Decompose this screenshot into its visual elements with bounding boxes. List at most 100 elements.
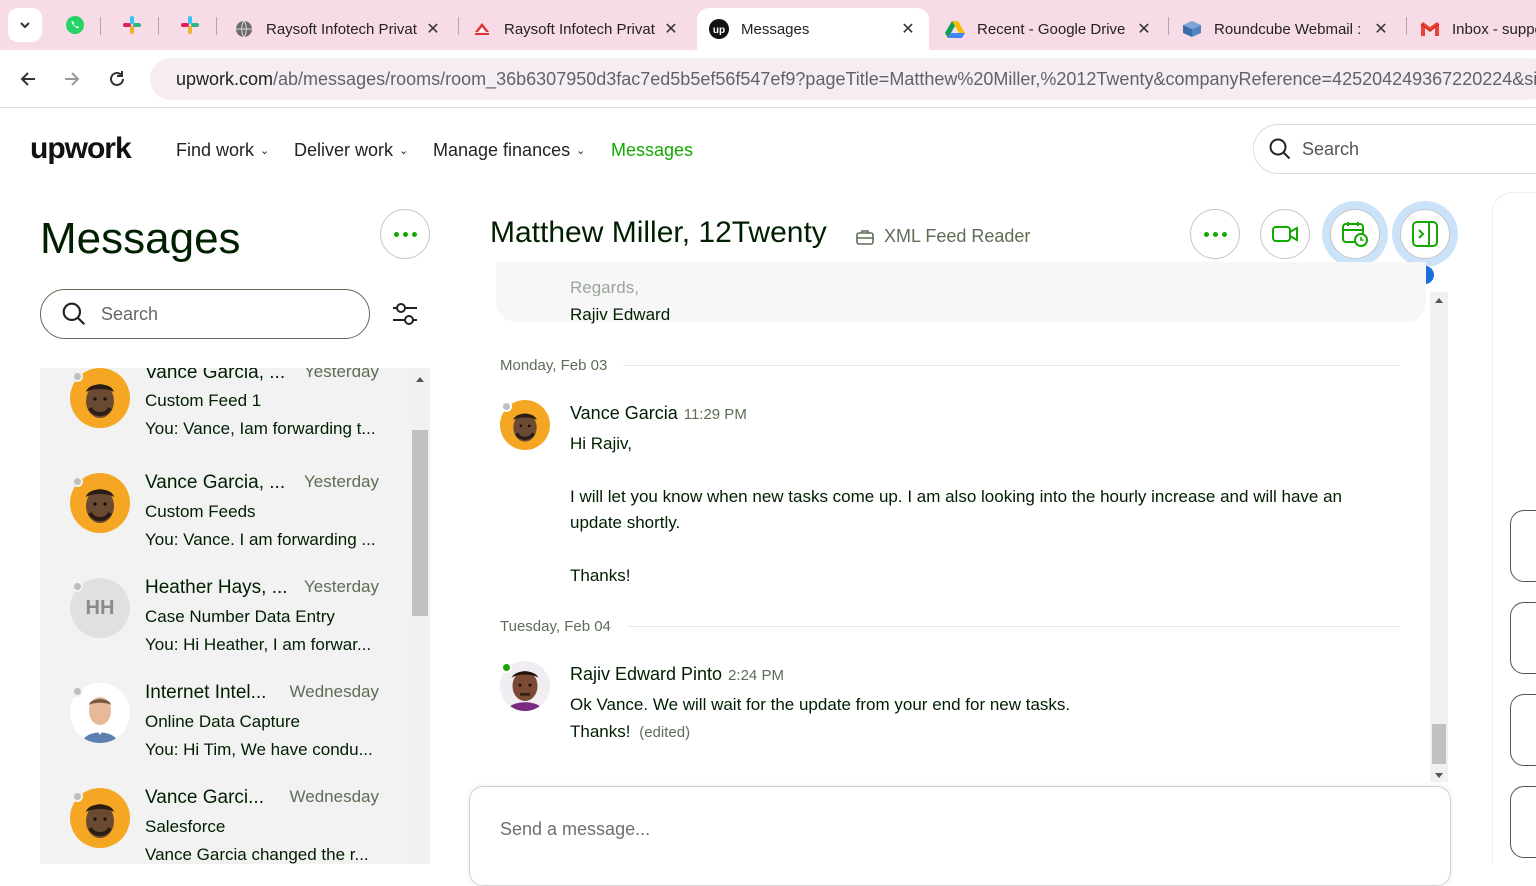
pinned-tab-slack-1[interactable] bbox=[121, 14, 143, 36]
message-text: Thanks! bbox=[570, 722, 631, 741]
browser-tab-active[interactable]: up Messages ✕ bbox=[697, 8, 929, 50]
thread-item[interactable]: Vance Garci... Wednesday Salesforce Vanc… bbox=[40, 771, 410, 864]
google-drive-icon bbox=[945, 19, 965, 39]
schedule-meeting-button[interactable] bbox=[1330, 209, 1380, 259]
conversation-scroll-thumb[interactable] bbox=[1432, 724, 1446, 764]
message-composer bbox=[469, 786, 1451, 886]
reload-button[interactable] bbox=[102, 64, 132, 94]
thread-list-scroll-thumb[interactable] bbox=[412, 430, 428, 616]
tab-close-icon[interactable]: ✕ bbox=[899, 19, 917, 39]
message-line: Regards, bbox=[570, 278, 639, 296]
sidebar-more-button[interactable] bbox=[380, 209, 430, 259]
browser-toolbar: upwork.com/ab/messages/rooms/room_36b630… bbox=[0, 50, 1536, 108]
message-header: Rajiv Edward Pinto 2:24 PM bbox=[570, 664, 784, 685]
thread-subject: Online Data Capture bbox=[145, 712, 300, 731]
rail-button[interactable] bbox=[1510, 510, 1536, 582]
page-title: Messages bbox=[40, 214, 241, 263]
globe-icon bbox=[234, 19, 254, 39]
forward-button[interactable] bbox=[57, 64, 87, 94]
tab-title: Messages bbox=[741, 20, 810, 38]
thread-name: Vance Garcia, ... bbox=[145, 472, 286, 493]
panel-toggle-icon bbox=[1412, 221, 1438, 247]
upwork-logo[interactable]: upwork bbox=[30, 132, 132, 166]
browser-tab[interactable]: Raysoft Infotech Privat ✕ bbox=[460, 8, 692, 50]
thread-preview: You: Hi Tim, We have condu... bbox=[145, 740, 373, 759]
address-bar[interactable]: upwork.com/ab/messages/rooms/room_36b630… bbox=[150, 58, 1536, 100]
rail-button[interactable] bbox=[1510, 694, 1536, 766]
thread-preview: You: Vance. I am forwarding ... bbox=[145, 530, 376, 549]
video-camera-icon bbox=[1272, 226, 1298, 242]
message-time: 2:24 PM bbox=[728, 667, 784, 684]
calendar-clock-icon bbox=[1342, 222, 1368, 247]
rail-button[interactable] bbox=[1510, 602, 1536, 674]
scroll-up-arrow-icon[interactable] bbox=[1430, 294, 1448, 308]
nav-messages[interactable]: Messages bbox=[611, 140, 693, 161]
sender-name[interactable]: Vance Garcia bbox=[570, 403, 678, 423]
presence-dot bbox=[72, 371, 83, 382]
chevron-down-icon: ⌄ bbox=[576, 145, 586, 157]
day-label: Monday, Feb 03 bbox=[500, 357, 608, 374]
browser-tab[interactable]: Raysoft Infotech Privat ✕ bbox=[222, 8, 454, 50]
nav-find-work[interactable]: Find work ⌄ bbox=[176, 140, 269, 161]
day-separator: Tuesday, Feb 04 bbox=[500, 618, 1400, 635]
search-icon bbox=[1269, 138, 1291, 160]
conversation-more-button[interactable] bbox=[1190, 209, 1240, 259]
header-search[interactable]: Search bbox=[1253, 124, 1536, 174]
browser-tab[interactable]: Recent - Google Drive ✕ bbox=[933, 8, 1165, 50]
back-button[interactable] bbox=[13, 64, 43, 94]
filter-button[interactable] bbox=[390, 299, 420, 329]
slack-icon bbox=[123, 16, 141, 34]
thread-list: Vance Garcia, ... Yesterday Custom Feed … bbox=[40, 368, 410, 864]
thread-item[interactable]: Vance Garcia, ... Yesterday Custom Feed … bbox=[40, 368, 410, 456]
tab-close-icon[interactable]: ✕ bbox=[424, 19, 442, 39]
thread-date: Yesterday bbox=[304, 368, 379, 381]
scroll-down-arrow-icon[interactable] bbox=[1430, 768, 1448, 782]
thread-name: Heather Hays, ... bbox=[145, 577, 288, 598]
nav-deliver-work[interactable]: Deliver work ⌄ bbox=[294, 140, 408, 161]
thread-item[interactable]: Vance Garcia, ... Yesterday Custom Feeds… bbox=[40, 456, 410, 561]
nav-label: Manage finances bbox=[433, 140, 571, 160]
rail-button[interactable] bbox=[1510, 786, 1536, 858]
conversation-search-input[interactable]: Search bbox=[40, 289, 370, 339]
sender-name[interactable]: Rajiv Edward Pinto bbox=[570, 664, 722, 684]
nav-label: Deliver work bbox=[294, 140, 394, 160]
thread-date: Wednesday bbox=[289, 682, 379, 701]
tab-search-button[interactable] bbox=[8, 8, 42, 42]
roundcube-icon bbox=[1182, 19, 1202, 39]
filter-sliders-icon bbox=[393, 303, 417, 325]
tab-close-icon[interactable]: ✕ bbox=[1135, 19, 1153, 39]
conversation-title[interactable]: Matthew Miller, 12Twenty bbox=[490, 216, 827, 250]
chevron-down-icon: ⌄ bbox=[260, 145, 270, 157]
pinned-tab-whatsapp[interactable] bbox=[64, 14, 86, 36]
message-line: Ok Vance. We will wait for the update fr… bbox=[570, 695, 1071, 714]
site-header: upwork Find work ⌄ Deliver work ⌄ Manage f… bbox=[0, 108, 1536, 192]
thread-item[interactable]: HH Heather Hays, ... Yesterday Case Numb… bbox=[40, 561, 410, 666]
toggle-details-panel-button[interactable] bbox=[1400, 209, 1450, 259]
scroll-up-arrow-icon[interactable] bbox=[410, 372, 430, 388]
slack-icon bbox=[181, 16, 199, 34]
presence-dot bbox=[72, 476, 83, 487]
tab-close-icon[interactable]: ✕ bbox=[662, 19, 680, 39]
video-call-button[interactable] bbox=[1260, 209, 1310, 259]
nav-manage-finances[interactable]: Manage finances ⌄ bbox=[433, 140, 585, 161]
job-link[interactable]: XML Feed Reader bbox=[856, 226, 1030, 247]
conversation-scrollbar[interactable] bbox=[1430, 292, 1448, 782]
message-header: Vance Garcia 11:29 PM bbox=[570, 403, 747, 424]
pinned-tab-slack-2[interactable] bbox=[179, 14, 201, 36]
day-separator: Monday, Feb 03 bbox=[500, 357, 1400, 374]
whatsapp-icon bbox=[66, 16, 84, 34]
thread-preview: You: Vance, Iam forwarding t... bbox=[145, 419, 376, 438]
tab-close-icon[interactable]: ✕ bbox=[1372, 19, 1390, 39]
message-line: Thanks! (edited) bbox=[570, 722, 690, 742]
browser-tab[interactable]: Inbox - suppo bbox=[1408, 8, 1536, 50]
tab-title: Inbox - suppo bbox=[1452, 20, 1536, 38]
thread-item[interactable]: Internet Intel... Wednesday Online Data … bbox=[40, 666, 410, 771]
browser-tab[interactable]: Roundcube Webmail : ✕ bbox=[1170, 8, 1402, 50]
thread-preview: Vance Garcia changed the r... bbox=[145, 845, 369, 864]
message-line: Thanks! bbox=[570, 566, 631, 585]
browser-tab-strip: Raysoft Infotech Privat ✕ Raysoft Infote… bbox=[0, 0, 1536, 50]
message-line: I will let you know when new tasks come … bbox=[570, 487, 1343, 506]
thread-preview: You: Hi Heather, I am forwar... bbox=[145, 635, 372, 654]
message-input[interactable] bbox=[500, 819, 1100, 840]
edited-label: (edited) bbox=[639, 724, 691, 741]
